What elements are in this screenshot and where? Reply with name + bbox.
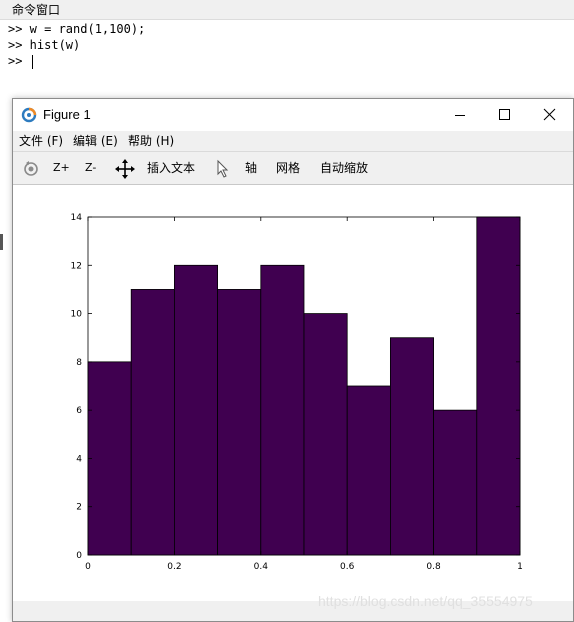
y-tick-label: 10 xyxy=(71,310,83,320)
pan-button[interactable] xyxy=(115,152,135,184)
histogram-bar xyxy=(433,409,478,556)
zoom-in-button[interactable]: Z+ xyxy=(53,152,70,184)
x-tick-label: 0.4 xyxy=(254,562,269,572)
y-tick-label: 14 xyxy=(71,213,83,223)
text-cursor xyxy=(31,54,33,69)
command-line-1: >> w = rand(1,100); xyxy=(8,22,146,36)
y-tick-label: 0 xyxy=(76,551,82,561)
minimize-icon xyxy=(455,115,465,116)
axes-button[interactable]: 轴 xyxy=(245,152,257,184)
menu-bar: 文件 (F) 编辑 (E) 帮助 (H) xyxy=(13,131,573,151)
x-tick-label: 0.2 xyxy=(167,562,181,572)
zoom-out-button[interactable]: Z- xyxy=(85,152,96,184)
left-edge-marker xyxy=(0,234,3,250)
x-tick-label: 0.6 xyxy=(340,562,355,572)
histogram-bar xyxy=(87,361,132,556)
menu-edit[interactable]: 编辑 (E) xyxy=(73,131,118,151)
pan-icon xyxy=(115,159,135,179)
rotate-button[interactable] xyxy=(21,152,41,184)
figure-title: Figure 1 xyxy=(43,107,91,122)
figure-toolbar: Z+ Z- 插入文本 轴 网格 自动缩放 xyxy=(13,151,573,185)
command-window-title: 命令窗口 xyxy=(0,0,574,20)
x-tick-label: 0 xyxy=(85,562,91,572)
command-prompt[interactable]: >> xyxy=(8,53,33,69)
x-tick-label: 1 xyxy=(517,562,523,572)
y-tick-label: 6 xyxy=(76,406,82,416)
maximize-button[interactable] xyxy=(481,99,527,131)
menu-help[interactable]: 帮助 (H) xyxy=(128,131,174,151)
select-arrow-icon xyxy=(217,159,229,178)
histogram-bar xyxy=(346,385,391,556)
maximize-icon xyxy=(499,109,510,120)
histogram-chart: 0 0.2 0.4 0.6 0.8 102468101214 xyxy=(71,213,523,572)
histogram-bar xyxy=(476,216,521,556)
octave-logo-icon xyxy=(21,107,37,123)
minimize-button[interactable] xyxy=(437,99,483,131)
y-tick-label: 8 xyxy=(76,358,82,368)
close-button[interactable] xyxy=(527,99,573,131)
x-tick-label: 0.8 xyxy=(426,562,441,572)
histogram-bar xyxy=(389,337,434,556)
select-button[interactable] xyxy=(214,152,232,184)
command-line-2: >> hist(w) xyxy=(8,38,81,52)
insert-text-button[interactable]: 插入文本 xyxy=(147,152,195,184)
watermark: https://blog.csdn.net/qq_35554975 xyxy=(318,593,533,609)
y-tick-label: 2 xyxy=(76,503,82,513)
histogram-bar xyxy=(303,313,348,556)
autoscale-button[interactable]: 自动缩放 xyxy=(320,152,368,184)
grid-button[interactable]: 网格 xyxy=(276,152,300,184)
menu-file[interactable]: 文件 (F) xyxy=(19,131,63,151)
histogram-bar xyxy=(173,264,218,556)
histogram-bar xyxy=(130,289,175,556)
close-icon xyxy=(543,108,556,121)
y-tick-label: 12 xyxy=(71,261,82,271)
y-tick-label: 4 xyxy=(76,454,82,464)
rotate-icon xyxy=(24,161,38,176)
figure-window: Figure 1 文件 (F) 编辑 (E) 帮助 (H) Z+ Z- 插入文本… xyxy=(12,98,574,622)
histogram-bar xyxy=(260,264,305,556)
figure-titlebar[interactable]: Figure 1 xyxy=(13,99,573,131)
command-prompt-text: >> xyxy=(8,54,30,68)
plot-canvas[interactable]: 0 0.2 0.4 0.6 0.8 1 0 2 4 6 8 10 12 14 xyxy=(13,185,573,601)
command-window[interactable]: >> w = rand(1,100); >> hist(w) >> xyxy=(0,20,574,100)
histogram-bar xyxy=(217,289,262,556)
